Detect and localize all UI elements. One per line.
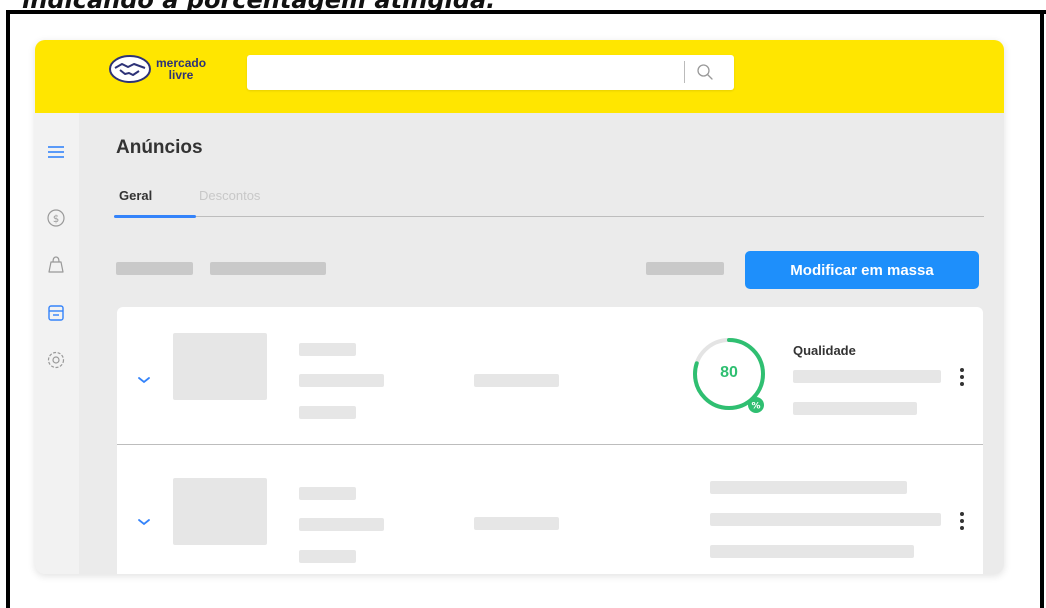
listing-price-placeholder [474,374,559,387]
listing-price-placeholder [474,517,559,530]
frame-border-left [6,10,10,608]
quality-detail-placeholder [793,370,941,383]
store-icon[interactable] [45,302,67,324]
quality-score: 80 [720,364,738,381]
listing-text-placeholder [299,487,356,500]
quality-label: Qualidade [793,343,856,358]
more-options-icon[interactable] [960,368,964,389]
bulk-edit-button[interactable]: Modificar em massa [745,251,979,289]
svg-text:$: $ [53,214,59,225]
tab-geral[interactable]: Geral [119,188,152,203]
listing-text-placeholder [299,374,384,387]
sort-placeholder[interactable] [646,262,724,275]
more-options-icon[interactable] [960,512,964,533]
frame-border-top [6,10,1046,14]
sidebar: $ [35,113,79,574]
listing-card [117,445,983,574]
quality-detail-placeholder [793,402,917,415]
header: mercado livre [35,40,1004,113]
tabs-divider [114,216,984,217]
listing-thumbnail [173,478,267,545]
settings-icon[interactable] [45,349,67,371]
percent-badge-icon: % [748,397,764,413]
logo-line-2: livre [168,68,194,82]
percent-badge-text: % [751,402,760,412]
menu-icon[interactable] [45,141,67,163]
listing-text-placeholder [299,518,384,531]
page: indicando a porcentagem atingida. mercad… [0,0,1046,608]
tab-descontos[interactable]: Descontos [199,188,260,203]
frame-border-right [1040,10,1044,608]
main-content: Anúncios Geral Descontos Modificar em ma… [79,113,1004,574]
listing-thumbnail [173,333,267,400]
listing-detail-placeholder [710,513,941,526]
search-divider [684,61,685,83]
listing-text-placeholder [299,550,356,563]
listing-detail-placeholder [710,481,907,494]
filter-placeholder[interactable] [116,262,193,275]
listing-detail-placeholder [710,545,914,558]
dollar-icon[interactable]: $ [45,207,67,229]
bag-icon[interactable] [45,254,67,276]
chevron-down-icon[interactable] [137,375,151,385]
app-window: mercado livre $ Anúncios Geral Descontos… [35,40,1004,574]
search-icon[interactable] [696,63,714,81]
listing-card: 80 % Qualidade [117,307,983,444]
chevron-down-icon[interactable] [137,517,151,527]
listing-text-placeholder [299,406,356,419]
filter-placeholder[interactable] [210,262,326,275]
logo-text: mercado livre [156,57,206,81]
search-input[interactable] [247,55,734,90]
mercado-livre-logo[interactable]: mercado livre [108,54,206,84]
page-title: Anúncios [116,137,203,158]
handshake-icon [109,55,151,83]
active-tab-indicator [114,215,196,218]
listing-text-placeholder [299,343,356,356]
